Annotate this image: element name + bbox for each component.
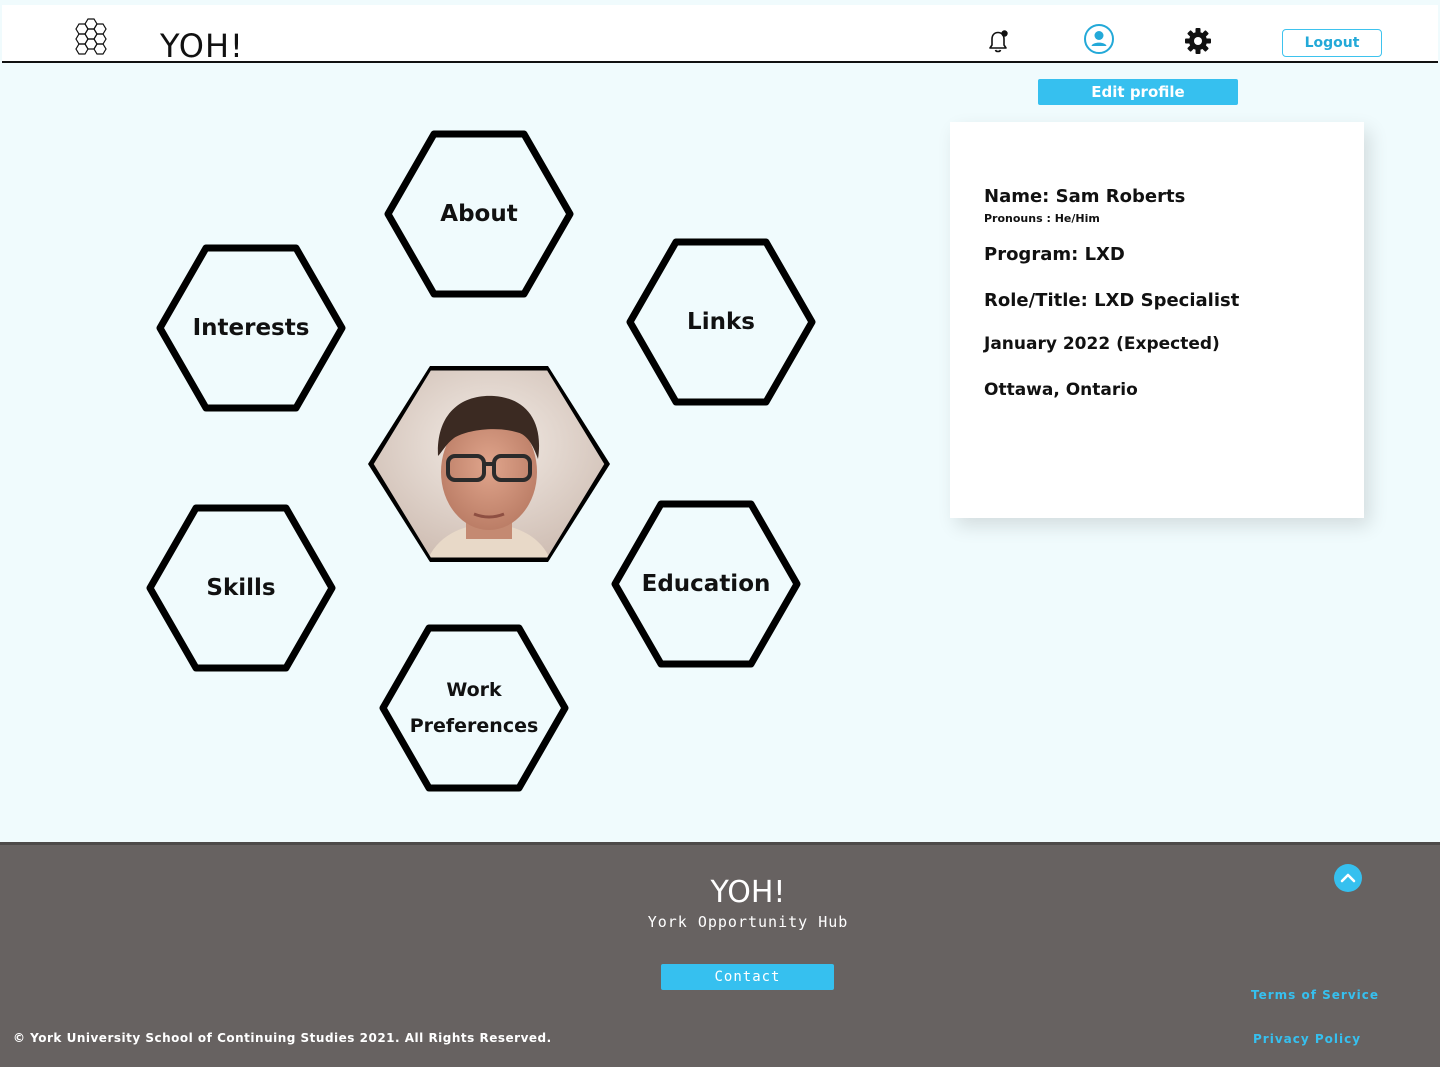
profile-graduation-date: January 2022 (Expected) bbox=[984, 334, 1220, 354]
chevron-up-icon bbox=[1340, 873, 1356, 883]
hex-about[interactable]: About bbox=[384, 130, 574, 298]
app-title: YOH! bbox=[160, 27, 244, 65]
contact-button[interactable]: Contact bbox=[661, 964, 834, 990]
hex-label-about: About bbox=[440, 201, 518, 227]
header: YOH! Logout bbox=[2, 5, 1438, 65]
logout-button[interactable]: Logout bbox=[1282, 29, 1382, 57]
hex-label-interests: Interests bbox=[192, 315, 310, 341]
profile-photo bbox=[368, 366, 610, 562]
footer: YOH! York Opportunity Hub Contact © York… bbox=[0, 842, 1440, 1067]
footer-subtitle: York Opportunity Hub bbox=[647, 913, 849, 931]
hex-interests[interactable]: Interests bbox=[156, 244, 346, 412]
gear-settings-icon[interactable] bbox=[1182, 25, 1214, 57]
hex-label-skills: Skills bbox=[206, 575, 276, 601]
edit-profile-button[interactable]: Edit profile bbox=[1038, 79, 1238, 105]
bell-notification-icon[interactable] bbox=[982, 25, 1014, 57]
profile-info-card: Name: Sam Roberts Pronouns : He/Him Prog… bbox=[950, 122, 1364, 518]
hex-links[interactable]: Links bbox=[626, 238, 816, 406]
honeycomb-logo-icon[interactable] bbox=[74, 17, 112, 57]
hex-label-work-preferences: Work Preferences bbox=[379, 624, 569, 792]
copyright-text: © York University School of Continuing S… bbox=[13, 1031, 552, 1045]
hex-skills[interactable]: Skills bbox=[146, 504, 336, 672]
profile-name: Name: Sam Roberts bbox=[984, 186, 1186, 207]
hex-work-preferences[interactable]: Work Preferences bbox=[379, 624, 569, 792]
user-profile-icon[interactable] bbox=[1083, 23, 1115, 55]
hex-label-line: Preferences bbox=[409, 715, 539, 737]
terms-of-service-link[interactable]: Terms of Service bbox=[1251, 988, 1379, 1002]
footer-brand: YOH! bbox=[710, 875, 786, 910]
profile-role: Role/Title: LXD Specialist bbox=[984, 290, 1240, 311]
top-bar: YOH! Logout bbox=[0, 0, 1440, 65]
profile-program: Program: LXD bbox=[984, 244, 1125, 265]
hex-education[interactable]: Education bbox=[611, 500, 801, 668]
privacy-policy-link[interactable]: Privacy Policy bbox=[1253, 1032, 1361, 1046]
hex-label-education: Education bbox=[641, 571, 771, 597]
profile-pronouns: Pronouns : He/Him bbox=[984, 212, 1100, 225]
profile-location: Ottawa, Ontario bbox=[984, 380, 1138, 400]
scroll-to-top-button[interactable] bbox=[1334, 864, 1362, 892]
hex-label-links: Links bbox=[687, 309, 755, 335]
profile-hex-menu: About Interests Links Skills Education W… bbox=[0, 62, 900, 842]
hex-label-line: Work bbox=[446, 679, 502, 701]
